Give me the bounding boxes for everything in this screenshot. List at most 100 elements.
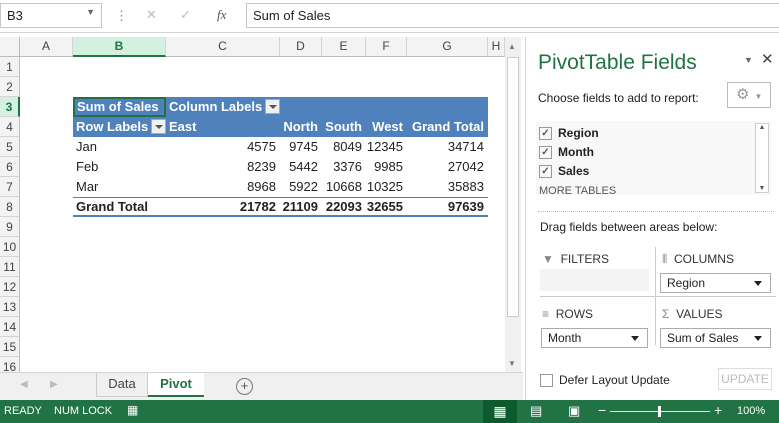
column-header-d[interactable]: D: [280, 37, 322, 57]
row-header-14[interactable]: 14: [0, 317, 20, 337]
column-header-north: North: [283, 119, 318, 134]
filter-dropdown-icon[interactable]: [151, 119, 167, 135]
defer-layout-update-checkbox[interactable]: Defer Layout Update: [540, 373, 670, 388]
row-header-10[interactable]: 10: [0, 237, 20, 257]
field-label: Sales: [558, 164, 590, 178]
row-header-15[interactable]: 15: [0, 337, 20, 357]
column-header-g[interactable]: G: [407, 37, 488, 57]
pane-options-icon[interactable]: ▼: [744, 55, 753, 65]
field-sales[interactable]: ✓ Sales: [539, 164, 590, 179]
selected-cell-b3[interactable]: Sum of Sales: [73, 97, 166, 117]
more-icon: ⋮: [115, 8, 128, 23]
sheet-tab-label: Pivot: [160, 376, 192, 391]
column-header-f[interactable]: F: [366, 37, 407, 57]
row-labels-text: Row Labels: [76, 119, 149, 134]
row-header-5[interactable]: 5: [0, 137, 20, 157]
columns-field-region[interactable]: Region: [660, 273, 771, 293]
field-region[interactable]: ✓ Region: [539, 126, 599, 141]
scroll-up-icon[interactable]: ▲: [756, 124, 768, 131]
rows-label: ROWS: [555, 307, 594, 321]
sheet-tab-label: Data: [108, 376, 136, 391]
normal-view-icon[interactable]: ▦: [483, 400, 517, 423]
row-header-13[interactable]: 13: [0, 297, 20, 317]
row-header-12[interactable]: 12: [0, 277, 20, 297]
column-header-a[interactable]: A: [20, 37, 73, 57]
row-header-9[interactable]: 9: [0, 217, 20, 237]
pivottable-fields-pane: PivotTable Fields ▼ ✕ Choose fields to a…: [525, 37, 779, 400]
row-header-1[interactable]: 1: [0, 57, 20, 77]
page-layout-icon[interactable]: ▤: [530, 403, 542, 419]
enter-icon[interactable]: ✓: [180, 7, 191, 23]
name-box[interactable]: B3 ▼: [0, 3, 102, 28]
divider: [540, 296, 776, 297]
zoom-slider-thumb[interactable]: [658, 406, 661, 417]
value-cell: 8968: [247, 179, 276, 194]
scrollbar-thumb[interactable]: [507, 57, 519, 317]
zoom-in-icon[interactable]: +: [714, 402, 722, 418]
grand-total-bottom-border: [73, 215, 488, 217]
row-header-7[interactable]: 7: [0, 177, 20, 197]
row-header-11[interactable]: 11: [0, 257, 20, 277]
rows-field-month[interactable]: Month: [541, 328, 648, 348]
scroll-down-icon[interactable]: ▼: [508, 359, 516, 368]
more-tables-label: MORE TABLES: [539, 185, 617, 195]
sigma-icon: Σ: [662, 307, 670, 321]
filters-label: FILTERS: [560, 252, 610, 266]
update-button[interactable]: UPDATE: [718, 368, 772, 390]
select-all-button[interactable]: [0, 37, 20, 57]
checkbox[interactable]: [540, 374, 553, 388]
row-header-6[interactable]: 6: [0, 157, 20, 177]
grand-total-top-border: [73, 197, 488, 198]
filter-dropdown-icon[interactable]: [265, 99, 281, 115]
sheet-tab-data[interactable]: Data: [96, 373, 148, 397]
row-labels-header[interactable]: Row Labels: [76, 117, 167, 137]
row-header-3[interactable]: 3: [0, 97, 20, 117]
column-labels-header[interactable]: Column Labels: [169, 97, 281, 117]
checkbox-checked-icon[interactable]: ✓: [539, 146, 552, 160]
vertical-scrollbar[interactable]: ▲ ▼: [505, 37, 521, 372]
values-field-sum-of-sales[interactable]: Sum of Sales: [660, 328, 771, 348]
value-cell: 5442: [289, 159, 318, 174]
value-cell: 5922: [289, 179, 318, 194]
scroll-up-icon[interactable]: ▲: [508, 42, 516, 51]
column-header-b[interactable]: B: [73, 37, 166, 57]
zoom-level[interactable]: 100%: [737, 405, 765, 417]
macro-record-icon[interactable]: ▦: [127, 403, 138, 417]
field-list-scrollbar[interactable]: ▲ ▼: [755, 123, 769, 193]
column-labels-text: Column Labels: [169, 99, 263, 114]
rows-icon: ≡: [542, 307, 550, 321]
column-header-e[interactable]: E: [322, 37, 366, 57]
function-icon[interactable]: fx: [217, 7, 226, 23]
value-cell: 21109: [282, 199, 318, 214]
page-break-preview-icon[interactable]: ▣: [568, 403, 580, 419]
formula-input[interactable]: Sum of Sales: [246, 3, 779, 28]
row-header-2[interactable]: 2: [0, 77, 20, 97]
filters-area[interactable]: ▼ FILTERS: [542, 252, 609, 266]
field-month[interactable]: ✓ Month: [539, 145, 594, 160]
scroll-down-icon[interactable]: ▼: [756, 185, 768, 192]
column-header-south: South: [325, 119, 362, 134]
gear-icon[interactable]: ⚙ ▼: [727, 82, 771, 108]
chevron-down-icon[interactable]: ▼: [86, 7, 95, 17]
row-header-4[interactable]: 4: [0, 117, 20, 137]
new-sheet-icon[interactable]: +: [236, 378, 253, 395]
filters-drop-zone[interactable]: [540, 269, 649, 291]
values-area: Σ VALUES: [662, 307, 723, 321]
column-header-c[interactable]: C: [166, 37, 280, 57]
column-header-h[interactable]: H: [488, 37, 505, 57]
cancel-icon[interactable]: ✕: [146, 7, 157, 23]
value-cell: 3376: [333, 159, 362, 174]
values-label: VALUES: [676, 307, 723, 321]
value-cell: 32655: [366, 199, 403, 214]
value-cell: 10325: [366, 179, 403, 194]
formula-value: Sum of Sales: [253, 8, 331, 23]
close-icon[interactable]: ✕: [761, 50, 774, 68]
next-sheet-icon[interactable]: ▶: [50, 379, 58, 390]
checkbox-checked-icon[interactable]: ✓: [539, 165, 552, 179]
checkbox-checked-icon[interactable]: ✓: [539, 127, 552, 141]
sheet-tab-pivot[interactable]: Pivot: [148, 373, 204, 397]
value-cell: 8239: [247, 159, 276, 174]
row-header-8[interactable]: 8: [0, 197, 20, 217]
zoom-out-icon[interactable]: −: [598, 402, 606, 418]
prev-sheet-icon[interactable]: ◀: [20, 379, 28, 390]
